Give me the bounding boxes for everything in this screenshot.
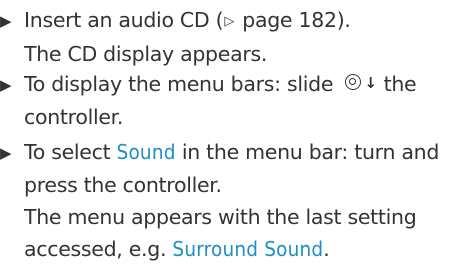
step-action-line: ▶ Insert an audio CD (▷ page 182). <box>0 4 456 38</box>
step-action-line: ▶ To display the menu bars: slide ↓ the <box>0 68 456 101</box>
step-result-text: The menu appears with the last setting <box>24 205 417 229</box>
result-text-end: . <box>323 237 330 261</box>
step-insert-cd: ▶ Insert an audio CD (▷ page 182). The CD… <box>0 4 456 70</box>
triangle-bullet-icon: ▶ <box>0 12 12 30</box>
page-reference-arrow-icon: ▷ <box>224 14 235 29</box>
step-text-continued: the <box>377 72 417 96</box>
menu-term-surround-sound: Surround Sound <box>172 237 324 261</box>
step-result-line2: accessed, e.g. Surround Sound. <box>0 233 456 265</box>
step-text: Insert an audio CD ( <box>24 8 224 32</box>
triangle-bullet-icon: ▶ <box>0 144 12 162</box>
step-text-line2: controller. <box>24 105 124 129</box>
triangle-bullet-icon: ▶ <box>0 76 12 94</box>
step-action-line: ▶ To select Sound in the menu bar: turn a… <box>0 136 456 169</box>
step-select-sound: ▶ To select Sound in the menu bar: turn a… <box>0 136 456 265</box>
result-text: accessed, e.g. <box>24 237 173 261</box>
step-text-continued: in the menu bar: turn and <box>175 140 440 164</box>
instruction-page: ▶ Insert an audio CD (▷ page 182). The CD… <box>0 0 459 261</box>
step-text-line2: press the controller. <box>24 173 222 197</box>
step-text: To display the menu bars: slide <box>24 72 340 96</box>
page-reference-text: page 182). <box>236 8 351 32</box>
controller-slide-down-icon: ↓ <box>345 74 377 94</box>
step-result-text: The CD display appears. <box>24 42 268 66</box>
step-display-menu-bars: ▶ To display the menu bars: slide ↓ the c… <box>0 68 456 133</box>
step-text: To select <box>24 140 117 164</box>
menu-term-sound: Sound <box>116 140 176 164</box>
